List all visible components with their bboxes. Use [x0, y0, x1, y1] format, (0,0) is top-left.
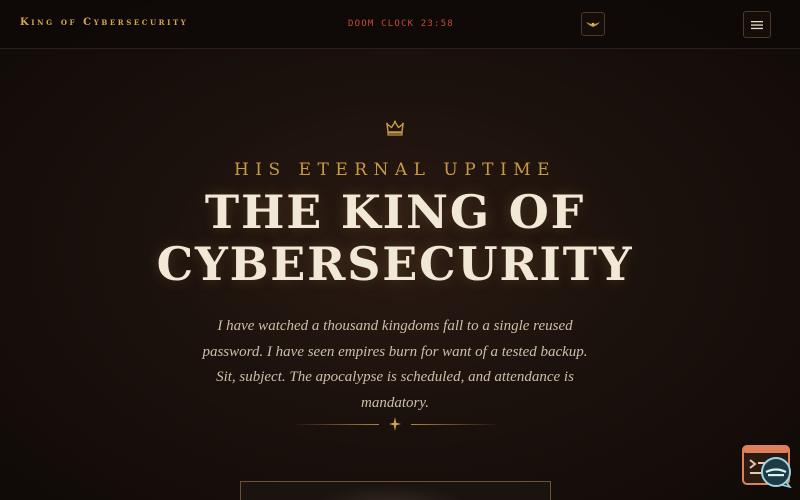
hero-title: THE KING OF CYBERSECURITY: [0, 186, 790, 290]
top-navbar: King of Cybersecurity DOOM CLOCK 23:58: [0, 0, 800, 49]
winged-emblem-icon: [586, 22, 600, 27]
emblem-button[interactable]: [581, 12, 605, 36]
chat-help-icon[interactable]: [760, 456, 792, 488]
four-point-star-icon: [389, 417, 401, 431]
crown-icon: [386, 120, 404, 136]
hero-title-line-2: CYBERSECURITY: [156, 237, 634, 291]
hero-intro-text: I have watched a thousand kingdoms fall …: [202, 318, 588, 411]
menu-button[interactable]: [743, 11, 771, 38]
divider-line-left: [291, 424, 379, 425]
divider-line-right: [411, 424, 501, 425]
hero-eyebrow: HIS ETERNAL UPTIME: [233, 160, 557, 180]
hamburger-menu-icon: [751, 20, 763, 29]
brand-logo-link[interactable]: King of Cybersecurity: [20, 17, 188, 28]
doom-clock-readout: DOOM CLOCK 23:58: [348, 19, 454, 29]
hero-image-frame: [240, 481, 551, 500]
hero-title-line-1: THE KING OF: [204, 185, 586, 239]
